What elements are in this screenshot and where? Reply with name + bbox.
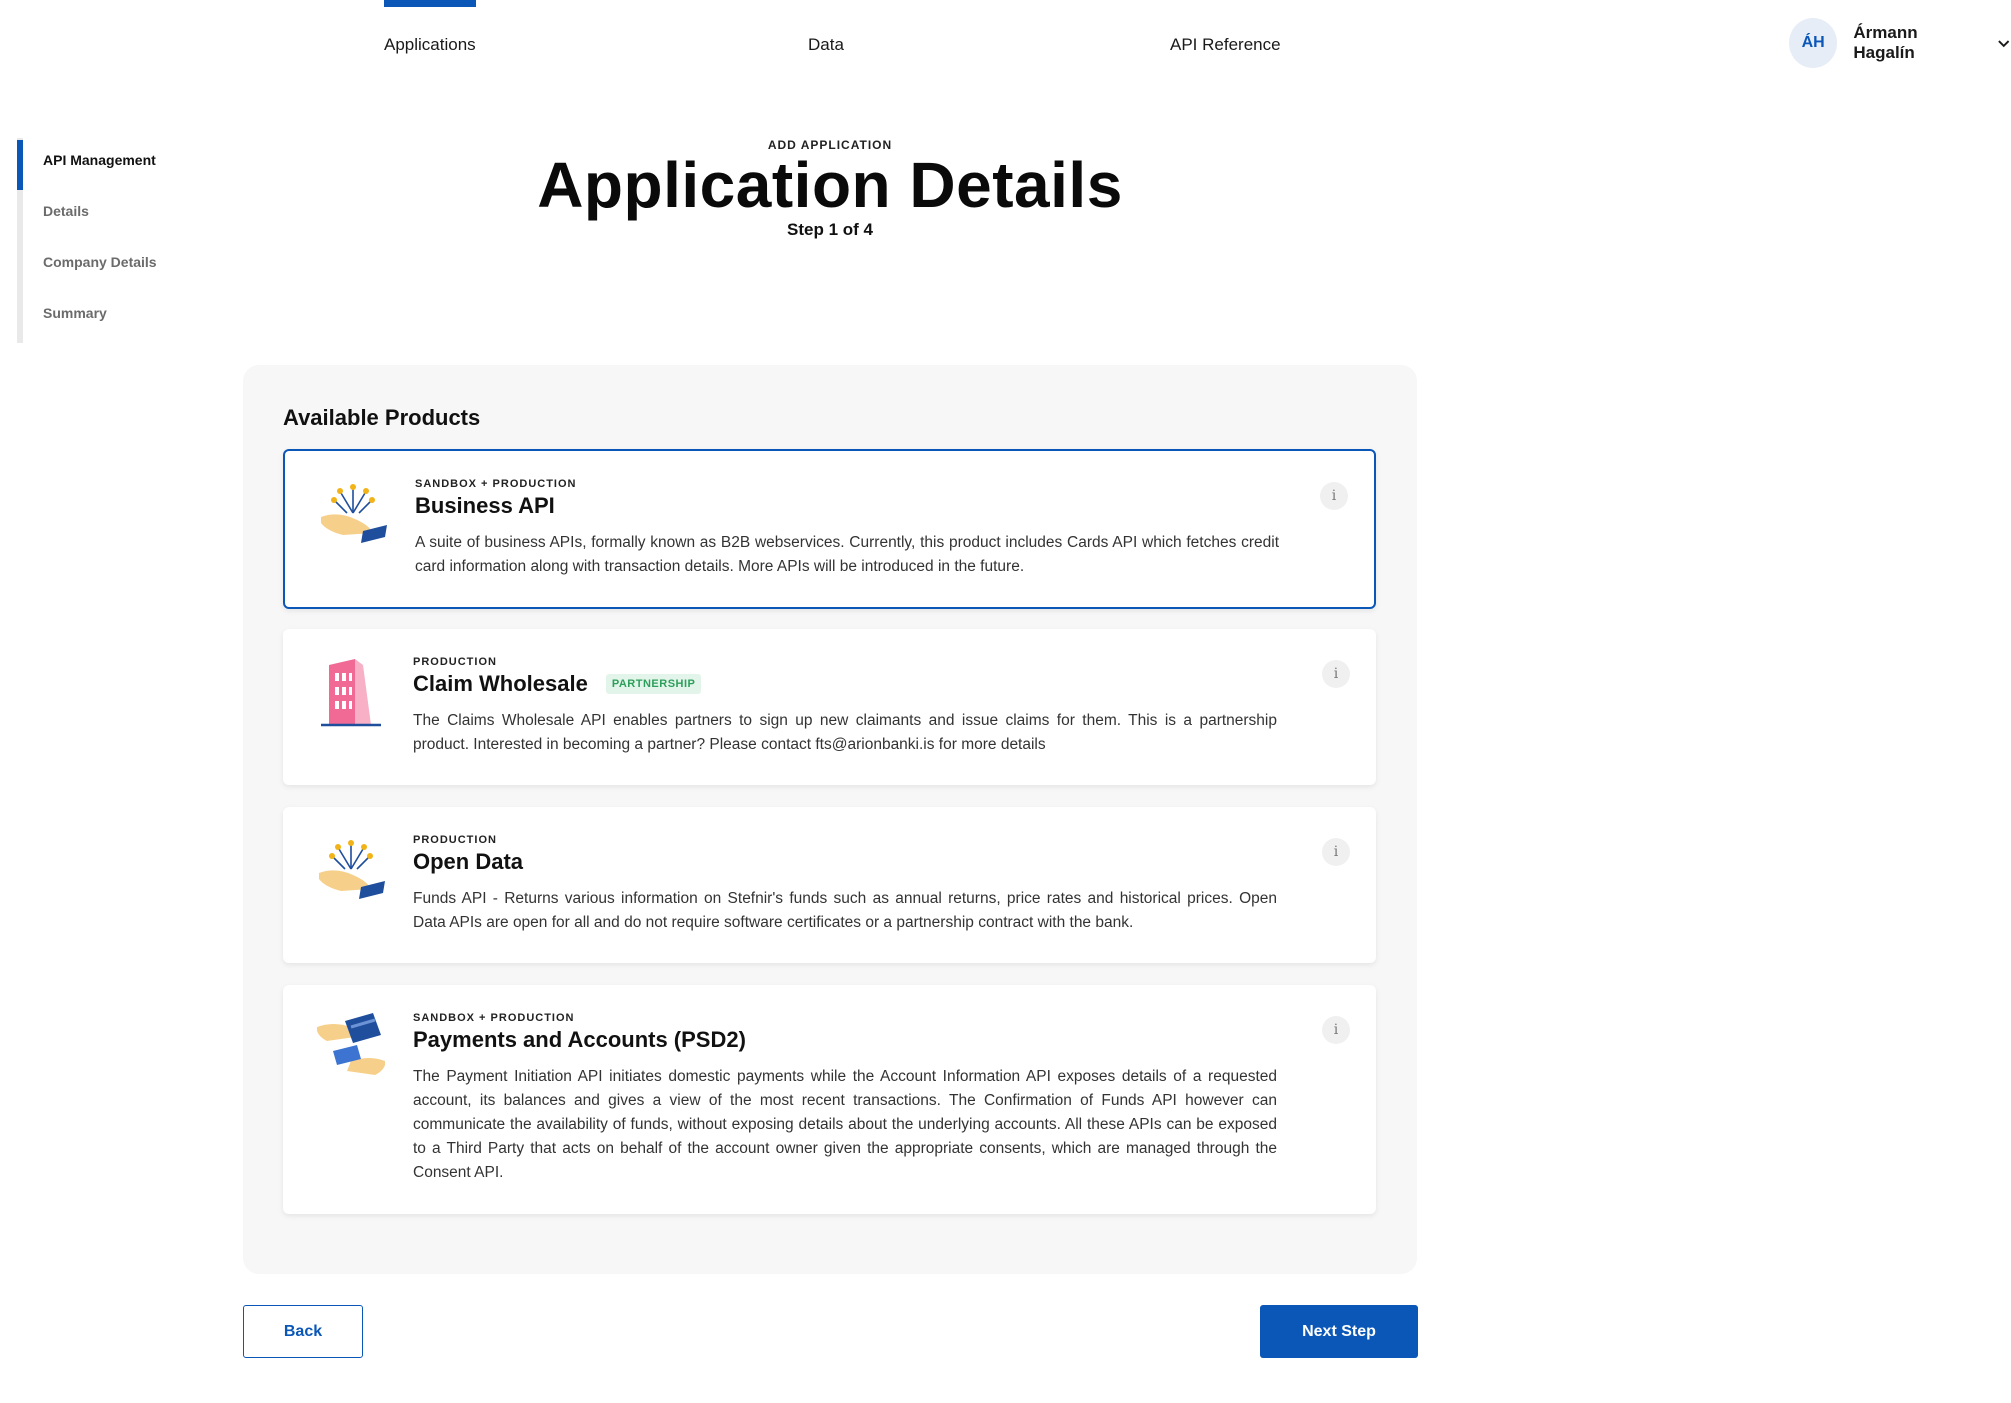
product-name: Claim Wholesale PARTNERSHIP (413, 671, 702, 697)
product-name: Payments and Accounts (PSD2) (413, 1027, 746, 1053)
product-description: The Claims Wholesale API enables partner… (413, 712, 1277, 753)
product-name-text: Open Data (413, 849, 524, 874)
page-title: Application Details (537, 149, 1123, 221)
product-card-claim-wholesale[interactable]: PRODUCTION Claim Wholesale PARTNERSHIP T… (283, 629, 1376, 785)
sidebar-item-api-management[interactable]: API Management (43, 152, 156, 168)
product-name-text: Payments and Accounts (PSD2) (413, 1027, 746, 1052)
next-step-button[interactable]: Next Step (1260, 1305, 1418, 1358)
products-panel: Available Products SANDBOX + PRODUCTION … (243, 365, 1417, 1274)
product-name-text: Business API (415, 493, 555, 518)
user-name[interactable]: Ármann Hagalín (1853, 23, 1979, 63)
active-step-indicator (17, 140, 23, 190)
hand-network-icon (319, 840, 385, 899)
product-tier: PRODUCTION (413, 834, 497, 846)
tab-label: Data (808, 35, 844, 54)
step-indicator: Step 1 of 4 (787, 220, 873, 239)
active-tab-indicator (384, 0, 476, 7)
product-card-payments-and-accounts[interactable]: SANDBOX + PRODUCTION Payments and Accoun… (283, 985, 1376, 1214)
avatar[interactable]: ÁH (1789, 18, 1838, 68)
step-sidebar: API Management Details Company Details S… (17, 138, 217, 343)
product-description: Funds API - Returns various information … (413, 890, 1277, 931)
info-icon[interactable]: i (1322, 1016, 1350, 1044)
product-description: A suite of business APIs, formally known… (415, 534, 1279, 575)
panel-title: Available Products (283, 405, 481, 430)
product-description: The Payment Initiation API initiates dom… (413, 1068, 1277, 1181)
product-card-open-data[interactable]: PRODUCTION Open Data Funds API - Returns… (283, 807, 1376, 963)
tab-api-reference[interactable]: API Reference (1170, 0, 1281, 80)
tab-applications[interactable]: Applications (384, 0, 476, 80)
sidebar-item-summary[interactable]: Summary (43, 305, 107, 321)
product-name: Open Data (413, 849, 523, 875)
sidebar-item-company-details[interactable]: Company Details (43, 254, 157, 270)
tab-label: API Reference (1170, 35, 1281, 54)
product-tier: SANDBOX + PRODUCTION (415, 478, 577, 490)
product-name-text: Claim Wholesale (413, 671, 588, 696)
back-button[interactable]: Back (243, 1305, 363, 1358)
info-icon[interactable]: i (1320, 482, 1348, 510)
product-tier: PRODUCTION (413, 656, 497, 668)
hands-exchange-card-icon (317, 1013, 385, 1075)
product-card-business-api[interactable]: SANDBOX + PRODUCTION Business API A suit… (283, 449, 1376, 609)
info-icon[interactable]: i (1322, 660, 1350, 688)
product-name: Business API (415, 493, 555, 519)
info-icon[interactable]: i (1322, 838, 1350, 866)
tab-data[interactable]: Data (808, 0, 844, 80)
tab-label: Applications (384, 35, 476, 54)
user-menu[interactable]: ÁH Ármann Hagalín (1789, 18, 2011, 68)
building-icon (321, 659, 381, 727)
top-navigation: Applications Data API Reference ÁH Árman… (0, 0, 2011, 80)
partnership-badge: PARTNERSHIP (605, 674, 702, 694)
product-tier: SANDBOX + PRODUCTION (413, 1012, 575, 1024)
chevron-down-icon[interactable] (1996, 35, 2011, 51)
sidebar-item-details[interactable]: Details (43, 203, 89, 219)
hand-network-icon (321, 484, 387, 543)
